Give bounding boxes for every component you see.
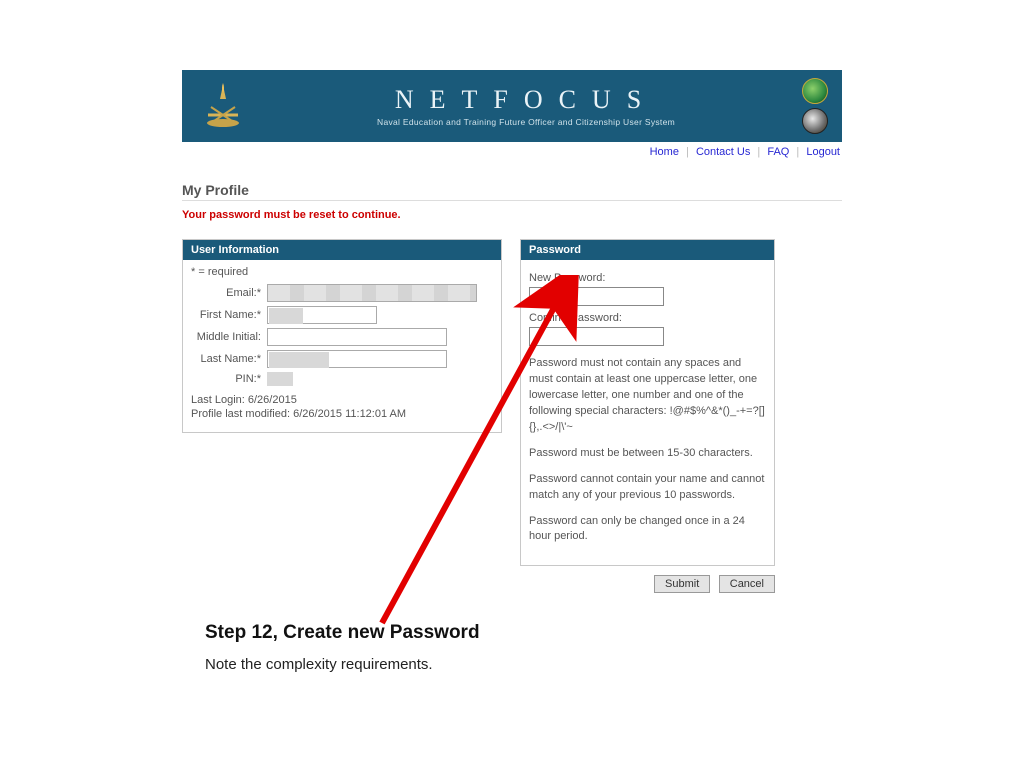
last-name-label: Last Name:*: [191, 353, 267, 365]
required-note: * = required: [191, 266, 493, 278]
first-name-field[interactable]: [267, 306, 377, 324]
last-login: Last Login: 6/26/2015: [191, 394, 493, 406]
submit-button[interactable]: Submit: [654, 575, 710, 593]
nav-home[interactable]: Home: [650, 146, 679, 158]
cancel-button[interactable]: Cancel: [719, 575, 775, 593]
nav-faq[interactable]: FAQ: [767, 146, 789, 158]
last-name-field[interactable]: [267, 350, 447, 368]
navy-crest-icon: [196, 79, 250, 133]
password-rule-1: Password must not contain any spaces and…: [529, 356, 766, 436]
middle-initial-field[interactable]: [267, 328, 447, 346]
nav-logout[interactable]: Logout: [806, 146, 840, 158]
password-header: Password: [521, 240, 774, 260]
email-label: Email:*: [191, 287, 267, 299]
last-modified: Profile last modified: 6/26/2015 11:12:0…: [191, 408, 493, 420]
step-note: Note the complexity requirements.: [205, 656, 480, 673]
header-banner: NETFOCUS Naval Education and Training Fu…: [182, 70, 842, 142]
page-title: My Profile: [182, 182, 842, 201]
step-title: Step 12, Create new Password: [205, 622, 480, 644]
top-nav: Home | Contact Us | FAQ | Logout: [182, 142, 842, 158]
app-title: NETFOCUS: [290, 85, 762, 115]
pin-value: [267, 372, 307, 386]
password-rule-2: Password must be between 15-30 character…: [529, 446, 766, 462]
confirm-password-input[interactable]: [529, 327, 664, 346]
app-subtitle: Naval Education and Training Future Offi…: [290, 117, 762, 127]
seal-icon-2: [802, 108, 828, 134]
user-info-header: User Information: [183, 240, 501, 260]
pin-label: PIN:*: [191, 373, 267, 385]
password-panel: Password New Password: Confirm Password:…: [520, 239, 775, 566]
password-rule-4: Password can only be changed once in a 2…: [529, 514, 766, 546]
email-field[interactable]: [267, 284, 477, 302]
new-password-label: New Password:: [529, 272, 766, 284]
password-rule-3: Password cannot contain your name and ca…: [529, 472, 766, 504]
middle-initial-label: Middle Initial:: [191, 331, 267, 343]
first-name-label: First Name:*: [191, 309, 267, 321]
reset-warning: Your password must be reset to continue.: [182, 209, 842, 221]
user-info-panel: User Information * = required Email:* Fi…: [182, 239, 502, 433]
seal-icon-1: [802, 78, 828, 104]
confirm-password-label: Confirm Password:: [529, 312, 766, 324]
nav-contact[interactable]: Contact Us: [696, 146, 750, 158]
step-caption: Step 12, Create new Password Note the co…: [205, 622, 480, 673]
seal-icons: [802, 78, 828, 134]
new-password-input[interactable]: [529, 287, 664, 306]
